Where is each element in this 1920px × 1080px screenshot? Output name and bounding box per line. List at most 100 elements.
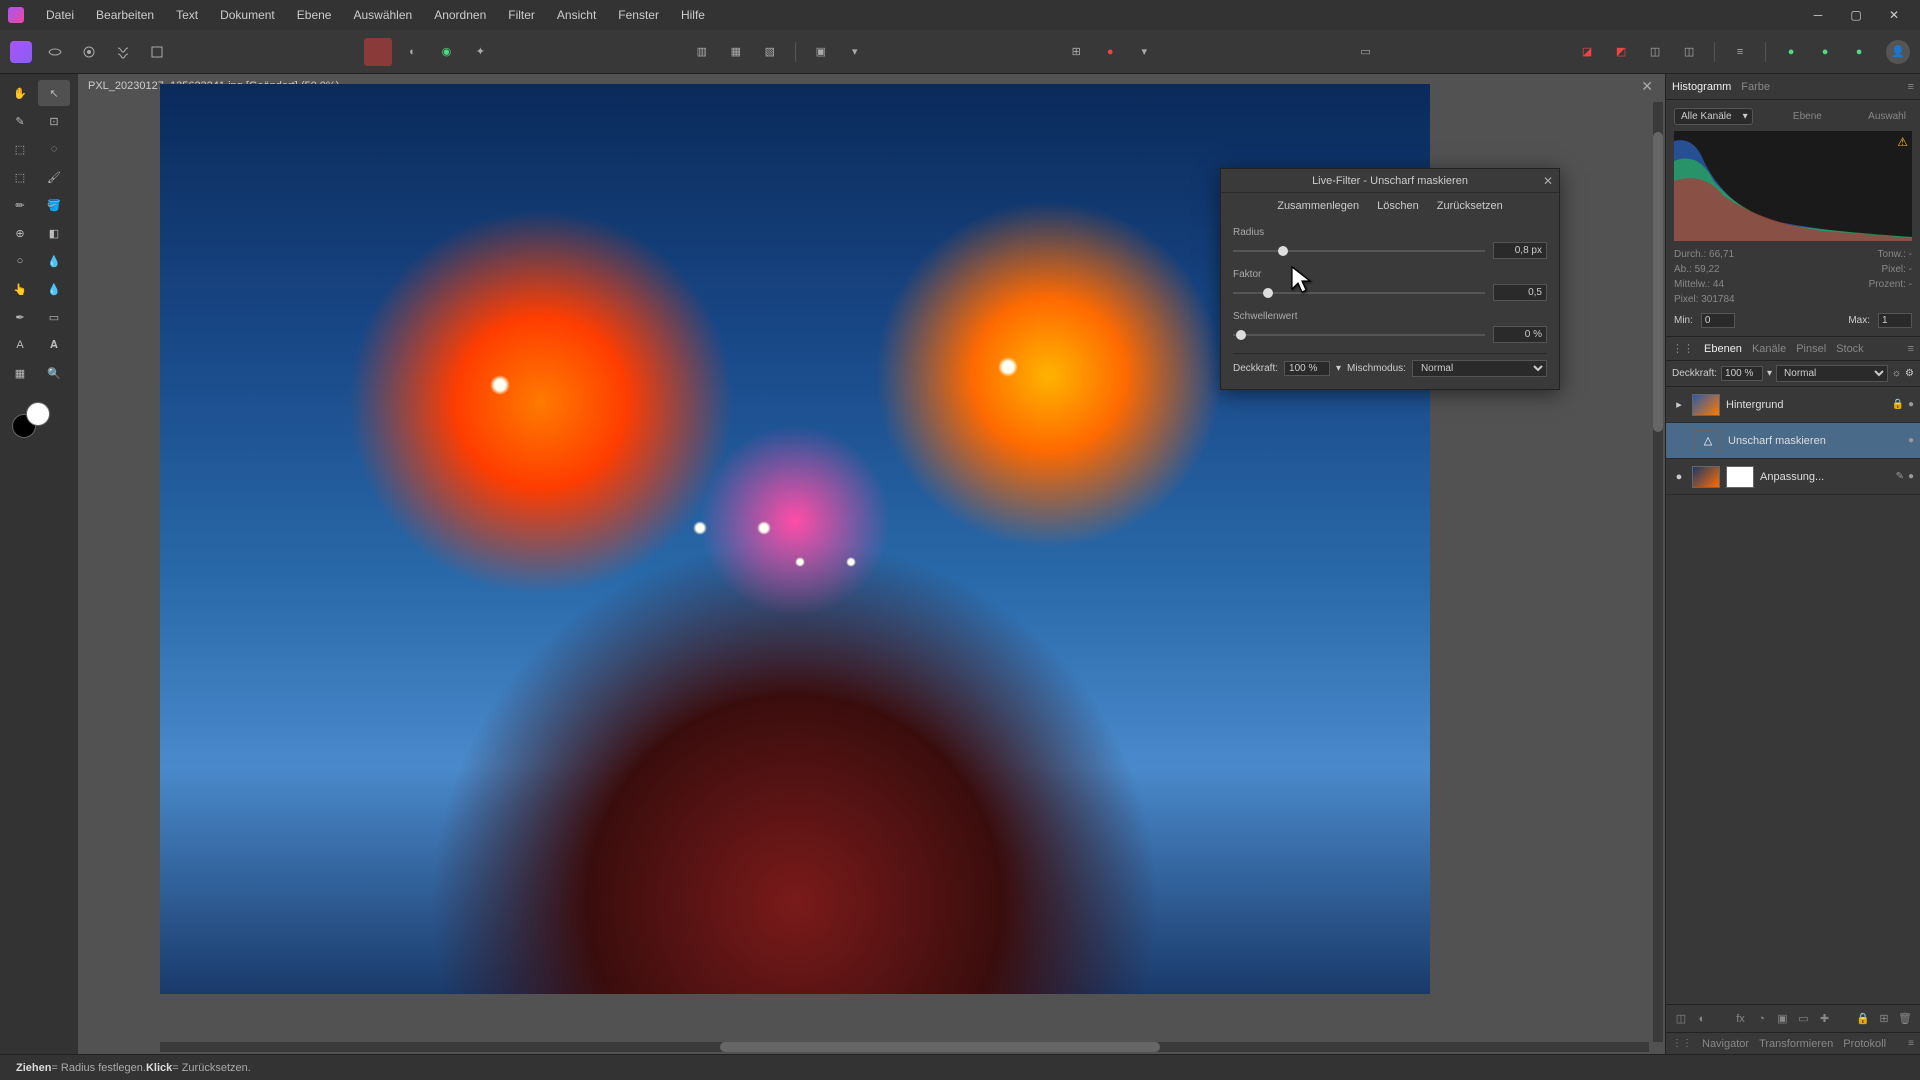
radius-input[interactable] [1493,242,1547,259]
delete-button[interactable]: Löschen [1377,200,1419,212]
opacity-dropdown-icon[interactable]: ▾ [1767,368,1772,379]
factor-slider[interactable] [1233,292,1485,294]
lock-layer-icon[interactable]: 🔒 [1854,1010,1872,1028]
threshold-slider[interactable] [1233,334,1485,336]
radius-slider[interactable] [1233,250,1485,252]
tab-channels[interactable]: Kanäle [1752,343,1786,355]
record-icon[interactable]: ● [1096,38,1124,66]
add-mask-icon[interactable]: ▣ [1774,1010,1792,1028]
menu-datei[interactable]: Datei [36,4,84,26]
layer-dot-icon[interactable]: ● [1908,399,1914,410]
histogram-layer-button[interactable]: Ebene [1787,109,1828,124]
autocontrast-icon[interactable]: ✦ [466,38,494,66]
dropdown2-icon[interactable]: ▾ [1130,38,1158,66]
paint-brush-tool[interactable]: ✏ [4,192,36,218]
mesh-tool[interactable]: ▦ [4,360,36,386]
threshold-input[interactable] [1493,326,1547,343]
layer-visibility-icon[interactable]: ▸ [1672,398,1686,412]
dropdown-icon[interactable]: ▾ [841,38,869,66]
maximize-button[interactable]: ▢ [1838,3,1874,27]
layer-blend-select[interactable]: Normal [1776,365,1888,382]
scrollbar-vertical[interactable] [1653,102,1663,1042]
tab-brushes[interactable]: Pinsel [1796,343,1826,355]
channel-select[interactable]: Alle Kanäle [1674,108,1753,125]
lock-icon[interactable]: ◫ [1641,38,1669,66]
autolevels-icon[interactable]: ◐ [398,38,426,66]
hand-preview-icon[interactable] [41,38,69,66]
tab-history[interactable]: Protokoll [1843,1038,1886,1050]
document-close-icon[interactable]: ✕ [1641,78,1653,95]
eraser-tool[interactable]: ◧ [38,220,70,246]
tab-transform[interactable]: Transformieren [1759,1038,1833,1050]
arrange-front-icon[interactable]: ◩ [1607,38,1635,66]
reset-button[interactable]: Zurücksetzen [1437,200,1503,212]
unlock-icon[interactable]: ◫ [1675,38,1703,66]
dodge-tool[interactable]: ○ [4,248,36,274]
tab-histogram[interactable]: Histogramm [1672,81,1731,93]
shape-tool[interactable]: ▭ [38,304,70,330]
selection-brush-tool[interactable]: ⬚ [4,136,36,162]
crop-tool[interactable]: ⊡ [38,108,70,134]
tab-color[interactable]: Farbe [1741,81,1770,93]
cloud1-icon[interactable]: ● [1777,38,1805,66]
cloud2-icon[interactable]: ● [1811,38,1839,66]
tab-stock[interactable]: Stock [1836,343,1864,355]
color-picker-tool[interactable]: ✎ [4,108,36,134]
factor-input[interactable] [1493,284,1547,301]
layer-gear-icon[interactable]: ⚙ [1905,368,1914,379]
histogram-warning-icon[interactable]: ⚠ [1897,135,1908,149]
align-left-icon[interactable]: ▥ [688,38,716,66]
close-button[interactable]: ✕ [1876,3,1912,27]
histogram-select-button[interactable]: Auswahl [1862,109,1912,124]
dialog-blend-select[interactable]: Normal [1412,360,1547,377]
menu-auswaehlen[interactable]: Auswählen [343,4,422,26]
export-icon[interactable] [143,38,171,66]
frame-text-tool[interactable]: 𝐀 [38,332,70,358]
dialog-title[interactable]: Live-Filter - Unscharf maskieren ✕ [1221,169,1559,193]
foreground-color-swatch[interactable] [26,402,50,426]
max-input[interactable] [1878,313,1912,328]
menu-ansicht[interactable]: Ansicht [547,4,606,26]
marquee-tool[interactable]: ◌ [38,136,70,162]
dialog-close-icon[interactable]: ✕ [1543,174,1553,188]
develop-icon[interactable] [75,38,103,66]
swatch-red-icon[interactable] [364,38,392,66]
persona-icon[interactable] [10,41,32,63]
text-tool[interactable]: A [4,332,36,358]
arrange-back-icon[interactable]: ◪ [1573,38,1601,66]
min-input[interactable] [1701,313,1735,328]
user-avatar[interactable]: 👤 [1886,40,1910,64]
autocolor-icon[interactable]: ◉ [432,38,460,66]
dialog-opacity-dropdown-icon[interactable]: ▾ [1336,363,1341,374]
layer-row[interactable]: △ Unscharf maskieren ● [1666,423,1920,459]
fx-icon[interactable]: fx [1732,1010,1750,1028]
clone-tool[interactable]: ⊕ [4,220,36,246]
layer-visibility-icon[interactable]: ● [1672,470,1686,484]
menu-bearbeiten[interactable]: Bearbeiten [86,4,164,26]
cloud3-icon[interactable]: ● [1845,38,1873,66]
color-swatches[interactable] [12,400,52,440]
alignment-icon[interactable]: ≡ [1726,38,1754,66]
dialog-opacity-input[interactable] [1284,361,1330,376]
add-layer-icon[interactable]: ✚ [1816,1010,1834,1028]
layer-fx-icon[interactable]: ☼ [1892,368,1901,379]
crop-icon[interactable]: ⊞ [1062,38,1090,66]
edit-icon[interactable]: ✎ [1896,471,1904,482]
brush-tool[interactable]: 🖌 [38,164,70,190]
minimize-button[interactable]: ─ [1800,3,1836,27]
link-icon[interactable]: ⊞ [1875,1010,1893,1028]
layer-name[interactable]: Unscharf maskieren [1728,435,1902,447]
clip-icon[interactable]: ◔ [1753,1010,1771,1028]
flood-select-tool[interactable]: ⬚ [4,164,36,190]
blur-tool[interactable]: 💧 [38,248,70,274]
menu-dokument[interactable]: Dokument [210,4,285,26]
group-icon[interactable]: ▭ [1795,1010,1813,1028]
liquify-icon[interactable] [109,38,137,66]
transform-icon[interactable]: ▣ [807,38,835,66]
align-center-icon[interactable]: ▦ [722,38,750,66]
lock-icon[interactable]: 🔒 [1892,399,1904,410]
sponge-tool[interactable]: 💧 [38,276,70,302]
menu-hilfe[interactable]: Hilfe [671,4,715,26]
layers-menu-icon[interactable]: ≡ [1908,343,1914,355]
menu-text[interactable]: Text [166,4,208,26]
